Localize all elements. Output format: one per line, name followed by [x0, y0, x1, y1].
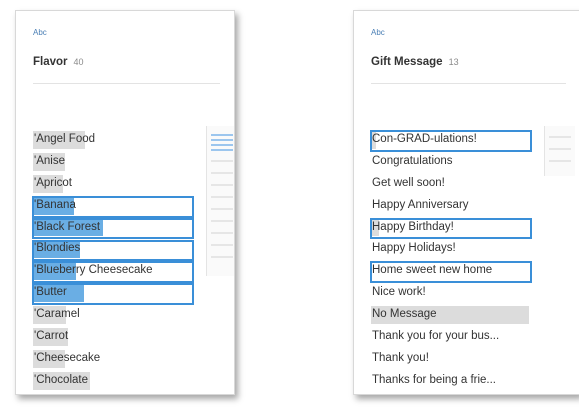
- value-row[interactable]: 'Blueberry Cheesecake: [33, 260, 191, 282]
- value-label: Thank you for your bus...: [372, 330, 500, 343]
- value-label: Happy Birthday!: [372, 220, 454, 233]
- value-row[interactable]: 'Banana: [33, 195, 191, 217]
- value-row[interactable]: 'Chocolate: [33, 370, 191, 392]
- gift-message-profile-card: Abc Gift Message 13 Con-GRAD-ulations! Co…: [353, 10, 579, 395]
- value-label: 'Butter: [34, 286, 67, 299]
- field-name: Gift Message: [371, 56, 443, 68]
- value-label: 'Black Forest: [34, 220, 101, 233]
- value-label: Happy Anniversary: [372, 198, 469, 211]
- value-label: Congratulations: [372, 154, 453, 167]
- value-row[interactable]: Thank you for your bus...: [371, 326, 529, 348]
- value-label: 'Cheesecake: [34, 351, 101, 364]
- flavor-profile-card: Abc Flavor 40 'Angel Food 'Anise 'Apricot…: [15, 10, 235, 395]
- value-row[interactable]: 'Apricot: [33, 173, 191, 195]
- string-type-label: Abc: [371, 28, 385, 37]
- value-row[interactable]: 'Black Forest: [33, 217, 191, 239]
- value-row[interactable]: Congratulations: [371, 151, 529, 173]
- value-label: Home sweet new home: [372, 264, 493, 277]
- field-header[interactable]: Flavor 40: [33, 56, 84, 68]
- value-label: 'Blueberry Cheesecake: [34, 264, 153, 277]
- value-label: No Message: [372, 308, 437, 321]
- field-distinct-count: 13: [448, 57, 459, 67]
- value-label: 'Apricot: [34, 176, 72, 189]
- value-row[interactable]: Happy Holidays!: [371, 238, 529, 260]
- header-divider: [371, 83, 566, 84]
- value-row[interactable]: Thanks for being a frie...: [371, 370, 529, 392]
- header-divider: [33, 83, 220, 84]
- value-label: Nice work!: [372, 286, 426, 299]
- value-row[interactable]: Home sweet new home: [371, 260, 529, 282]
- value-label: Get well soon!: [372, 176, 445, 189]
- value-row[interactable]: 'Carrot: [33, 326, 191, 348]
- value-row[interactable]: Nice work!: [371, 282, 529, 304]
- field-name: Flavor: [33, 56, 68, 68]
- value-row[interactable]: Thank you!: [371, 348, 529, 370]
- value-row[interactable]: Happy Anniversary: [371, 195, 529, 217]
- value-label: 'Blondies: [34, 242, 81, 255]
- value-label: 'Chocolate: [34, 373, 88, 386]
- value-label: Happy Holidays!: [372, 242, 456, 255]
- value-row[interactable]: 'Cheesecake: [33, 348, 191, 370]
- value-row[interactable]: 'Anise: [33, 151, 191, 173]
- value-row[interactable]: Happy Birthday!: [371, 217, 529, 239]
- overview-scroll-strip[interactable]: [206, 126, 234, 276]
- string-type-label: Abc: [33, 28, 47, 37]
- value-row[interactable]: Con-GRAD-ulations!: [371, 129, 529, 151]
- value-row[interactable]: 'Butter: [33, 282, 191, 304]
- value-label: 'Angel Food: [34, 133, 96, 145]
- value-label: 'Carrot: [34, 330, 69, 343]
- value-row[interactable]: 'Blondies: [33, 238, 191, 260]
- value-row[interactable]: 'Angel Food: [33, 129, 191, 151]
- value-label: Con-GRAD-ulations!: [372, 133, 477, 145]
- value-list: 'Angel Food 'Anise 'Apricot 'Banana 'Bla…: [32, 129, 194, 392]
- value-list: Con-GRAD-ulations! Congratulations Get w…: [370, 129, 532, 392]
- value-row[interactable]: Get well soon!: [371, 173, 529, 195]
- value-label: 'Banana: [34, 198, 76, 211]
- overview-scroll-strip[interactable]: [544, 126, 575, 176]
- value-label: 'Anise: [34, 154, 65, 167]
- value-row[interactable]: 'Caramel: [33, 304, 191, 326]
- field-header[interactable]: Gift Message 13: [371, 56, 459, 68]
- value-label: Thank you!: [372, 351, 429, 364]
- value-label: Thanks for being a frie...: [372, 373, 497, 386]
- field-distinct-count: 40: [73, 57, 84, 67]
- value-row[interactable]: No Message: [371, 304, 529, 326]
- value-label: 'Caramel: [34, 308, 80, 321]
